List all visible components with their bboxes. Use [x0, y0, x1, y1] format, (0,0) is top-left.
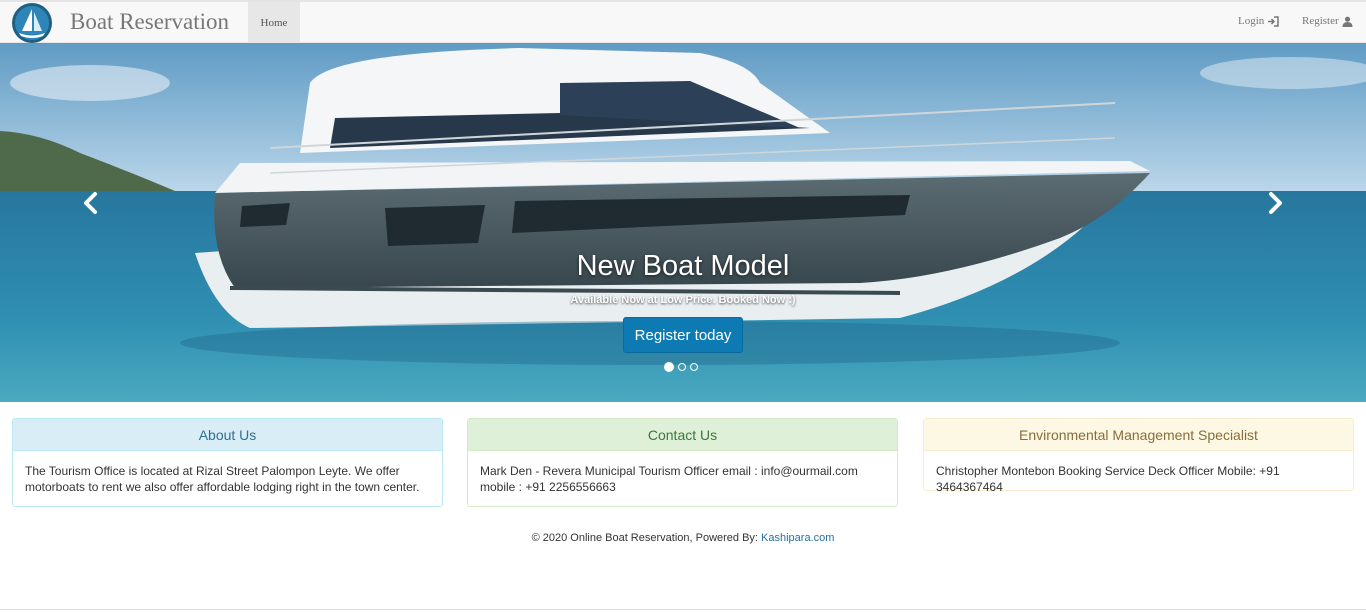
nav-register-label: Register	[1302, 15, 1339, 27]
chevron-right-icon	[1269, 192, 1282, 214]
footer-copyright: © 2020 Online Boat Reservation, Powered …	[531, 532, 762, 544]
carousel-caption-title: New Boat Model	[576, 250, 790, 282]
user-icon	[1342, 16, 1353, 27]
nav-register-link[interactable]: Register	[1302, 15, 1353, 27]
specialist-text: Christopher Montebon Booking Service Dec…	[936, 464, 1280, 494]
contact-us-panel: Contact Us Mark Den - Revera Municipal T…	[467, 418, 898, 507]
nav-home-label: Home	[260, 16, 288, 29]
footer-link[interactable]: Kashipara.com	[761, 532, 834, 544]
hero-carousel: New Boat Model Available Now at Low Pric…	[0, 43, 1366, 402]
navbar: Boat Reservation Home Login Register	[0, 0, 1366, 43]
contact-us-heading: Contact Us	[468, 419, 897, 451]
contact-us-text: Mark Den - Revera Municipal Tourism Offi…	[480, 464, 858, 494]
page-divider	[0, 609, 1366, 610]
carousel-indicators	[664, 362, 698, 372]
nav-login-link[interactable]: Login	[1238, 15, 1280, 27]
specialist-panel: Environmental Management Specialist Chri…	[923, 418, 1354, 494]
about-us-heading: About Us	[13, 419, 442, 451]
brand-title[interactable]: Boat Reservation	[70, 9, 229, 35]
specialist-heading: Environmental Management Specialist	[924, 419, 1353, 451]
footer: © 2020 Online Boat Reservation, Powered …	[0, 532, 1366, 544]
sign-in-icon	[1268, 15, 1280, 27]
register-today-button[interactable]: Register today	[623, 317, 743, 353]
about-us-panel: About Us The Tourism Office is located a…	[12, 418, 443, 507]
chevron-left-icon	[84, 192, 97, 214]
about-us-text: The Tourism Office is located at Rizal S…	[25, 464, 420, 494]
nav-login-label: Login	[1238, 15, 1265, 27]
carousel-indicator-2[interactable]	[678, 363, 686, 371]
carousel-prev-button[interactable]	[76, 188, 106, 218]
nav-home-link[interactable]: Home	[248, 2, 300, 43]
register-today-label: Register today	[634, 326, 732, 344]
carousel-caption-subtitle: Available Now at Low Price. Booked Now :…	[570, 294, 796, 306]
carousel-indicator-3[interactable]	[690, 363, 698, 371]
carousel-indicator-1[interactable]	[664, 362, 674, 372]
sailboat-logo-icon[interactable]	[11, 2, 53, 44]
carousel-next-button[interactable]	[1260, 188, 1290, 218]
